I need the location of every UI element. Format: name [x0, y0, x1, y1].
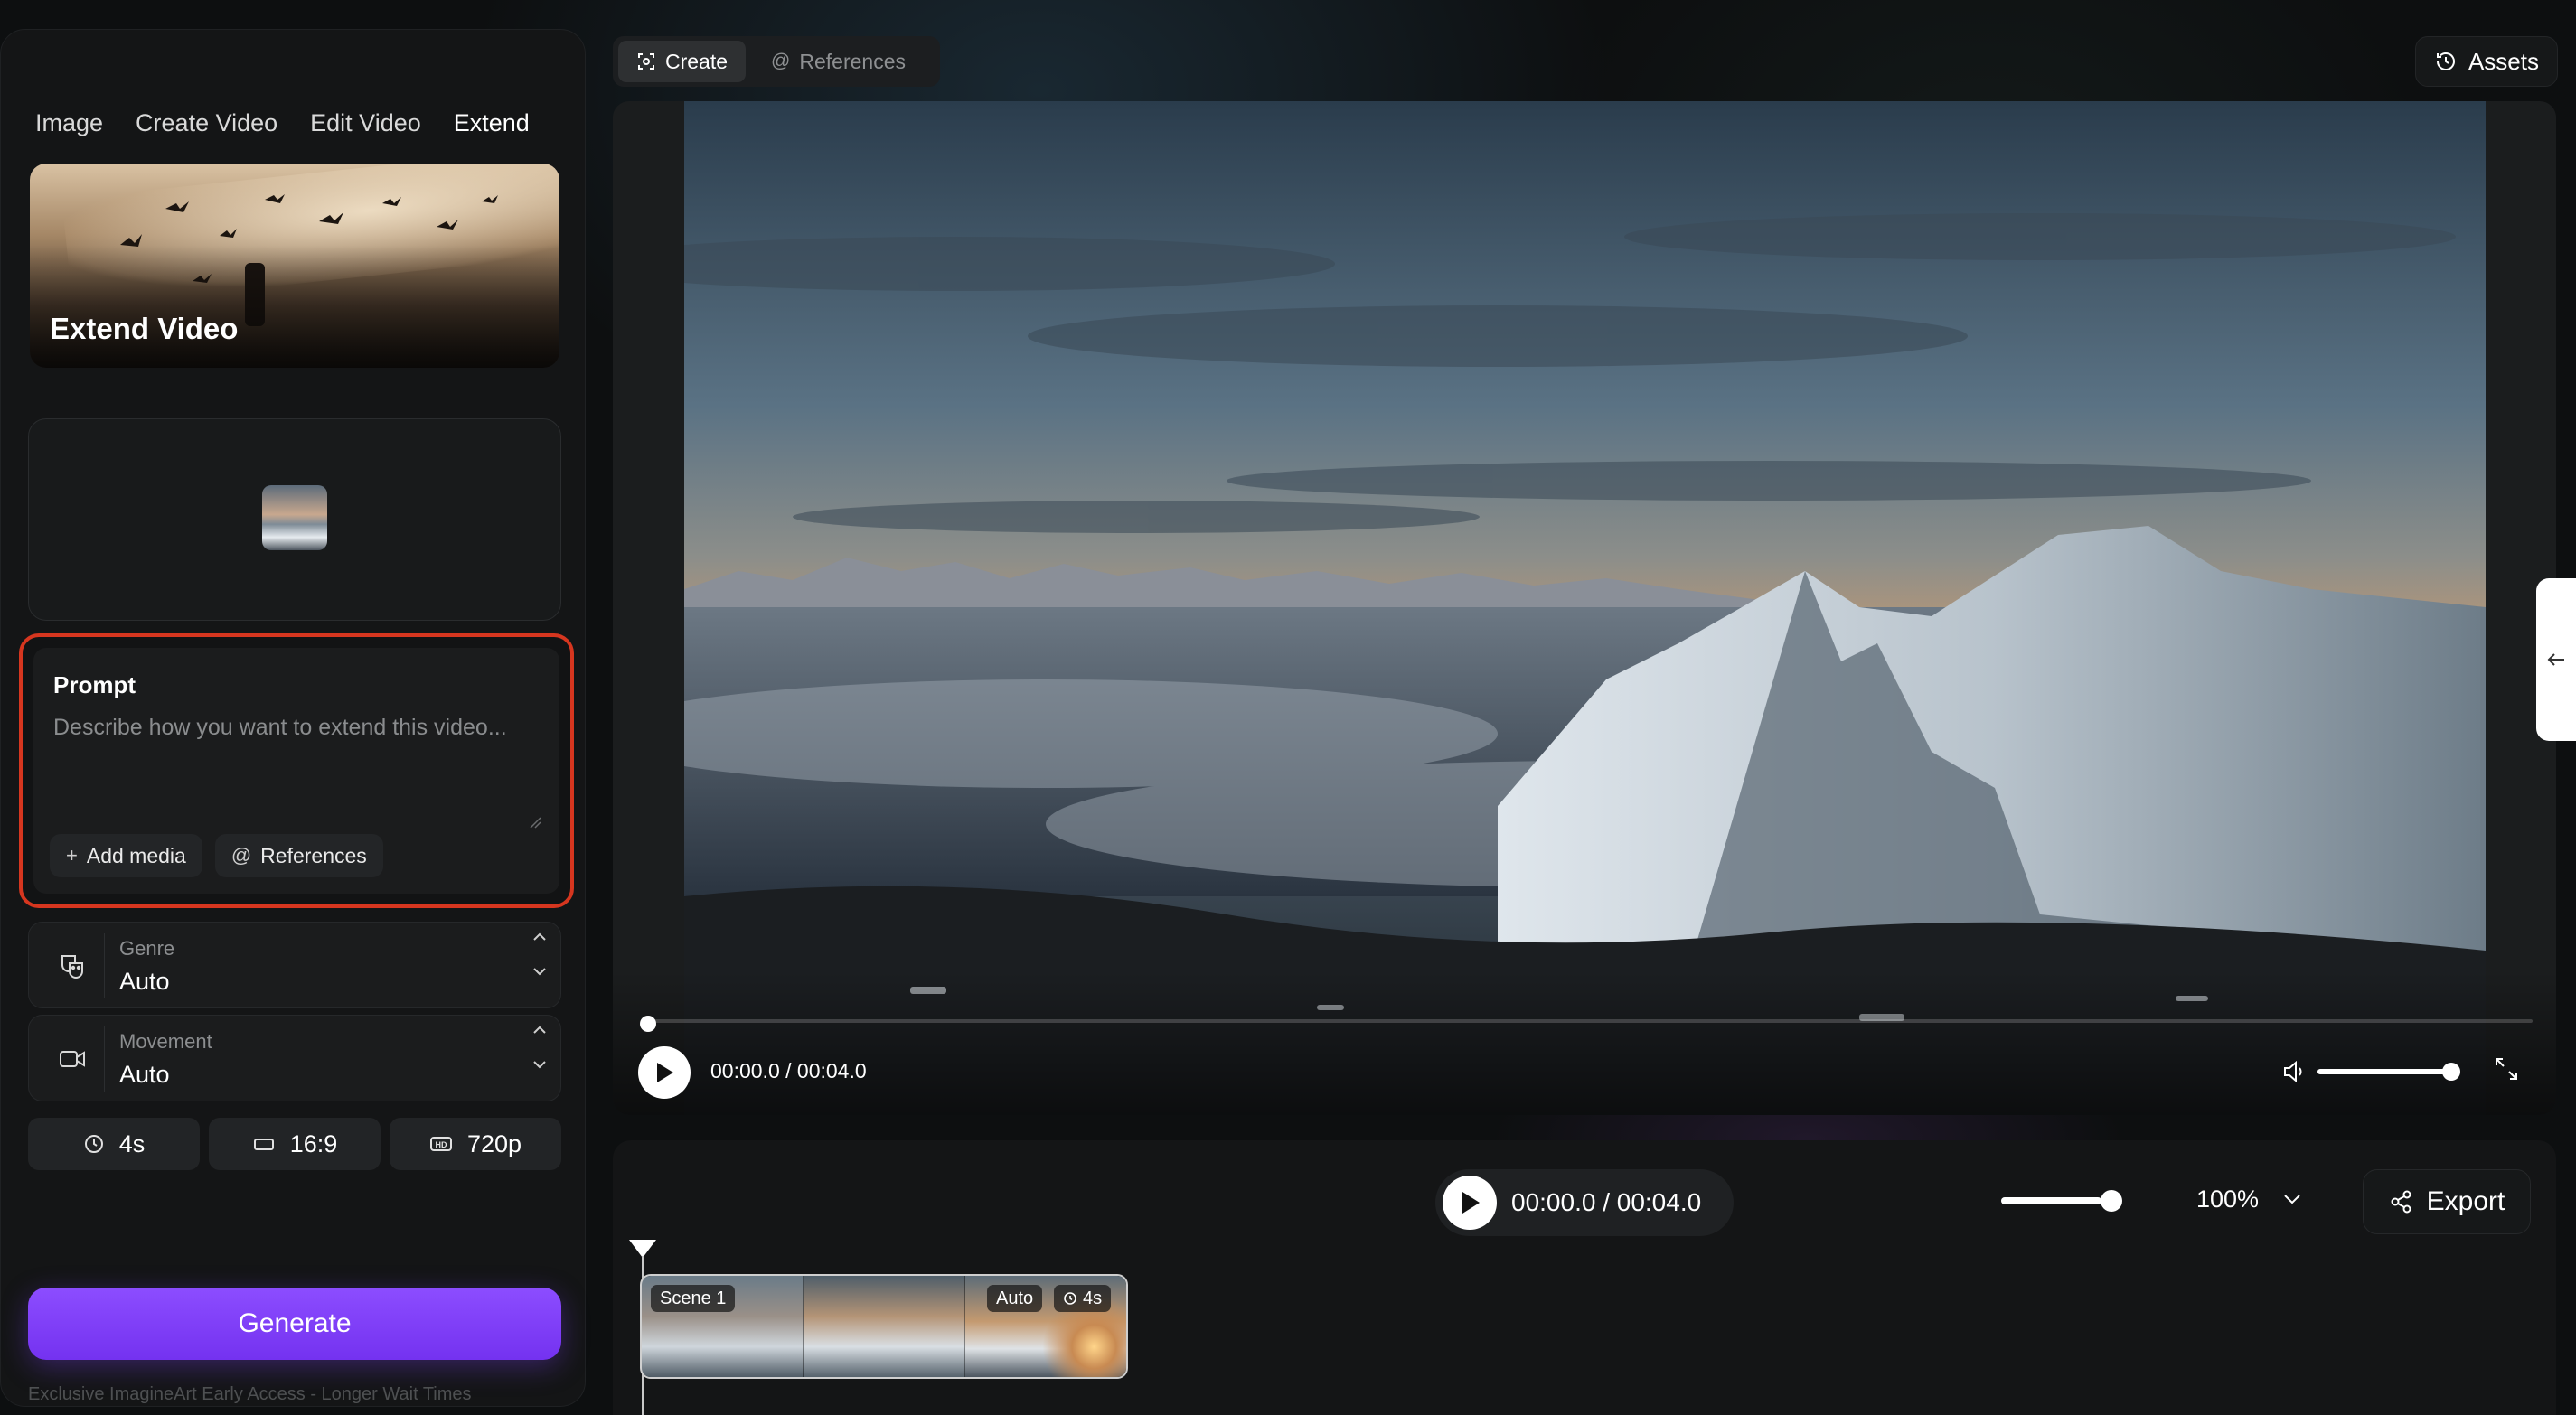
early-access-note: Exclusive ImagineArt Early Access - Long…: [28, 1384, 472, 1404]
timeline-time-readout: 00:00.0 / 00:04.0: [1511, 1188, 1702, 1216]
prompt-input[interactable]: [53, 711, 541, 829]
references-button[interactable]: @ References: [214, 834, 383, 877]
volume-handle[interactable]: [2442, 1063, 2460, 1081]
video-frame-image[interactable]: [684, 101, 2486, 1115]
generate-button[interactable]: Generate: [28, 1288, 561, 1360]
timeline-clip-scene-1[interactable]: Scene 1 Auto 4s: [640, 1274, 1128, 1379]
tab-edit-video[interactable]: Edit Video: [310, 79, 421, 136]
hd-icon: HD: [429, 1137, 452, 1151]
clock-icon: [1064, 1292, 1076, 1305]
fullscreen-icon[interactable]: [2493, 1055, 2520, 1082]
arrow-left-icon: [2547, 653, 2564, 666]
clip-scene-label: Scene 1: [651, 1285, 736, 1312]
source-video-thumbnail[interactable]: [262, 485, 327, 550]
volume-fill: [2317, 1069, 2451, 1074]
plus-icon: +: [66, 844, 78, 867]
collapse-panel-tab[interactable]: [2536, 578, 2576, 741]
add-media-button[interactable]: + Add media: [50, 834, 202, 877]
resize-grip-icon[interactable]: [529, 816, 541, 829]
add-media-label: Add media: [86, 843, 186, 867]
assets-label: Assets: [2468, 47, 2539, 75]
export-label: Export: [2426, 1186, 2505, 1216]
video-progress-handle[interactable]: [640, 1016, 656, 1032]
genre-stepper: [531, 932, 548, 977]
at-sign-icon: @: [230, 844, 252, 867]
clip-duration-label: 4s: [1083, 1288, 1103, 1308]
references-label: References: [260, 843, 367, 867]
chevron-up-icon[interactable]: [531, 932, 548, 942]
video-camera-icon: [40, 1026, 105, 1092]
genre-caption: Genre: [119, 937, 175, 960]
left-panel: Image Create Video Edit Video Extend Ext…: [0, 29, 586, 1407]
create-view-button[interactable]: Create: [618, 41, 747, 82]
share-icon: [2391, 1190, 2411, 1214]
mode-tabs: Image Create Video Edit Video Extend: [35, 79, 535, 183]
tab-create-video[interactable]: Create Video: [136, 79, 277, 136]
references-view-button[interactable]: @ References: [753, 41, 924, 82]
aspect-ratio-value: 16:9: [289, 1129, 338, 1157]
resolution-value: 720p: [466, 1129, 522, 1157]
tab-extend[interactable]: Extend: [447, 79, 535, 183]
tab-image[interactable]: Image: [35, 79, 103, 136]
aspect-ratio-button[interactable]: 16:9: [209, 1118, 381, 1170]
prompt-panel: Prompt + Add media @ References: [19, 633, 574, 908]
hero-title: Extend Video: [50, 312, 239, 345]
view-switcher: Create @ References: [613, 36, 940, 87]
prompt-label: Prompt: [53, 671, 136, 698]
duration-button[interactable]: 4s: [28, 1118, 200, 1170]
video-player: 00:00.0 / 00:04.0: [613, 101, 2556, 1115]
source-video-dropzone[interactable]: [28, 418, 561, 621]
clip-frame: [804, 1276, 965, 1377]
scan-icon: [638, 53, 654, 70]
references-view-label: References: [799, 49, 906, 73]
clip-mode-label: Auto: [987, 1285, 1043, 1312]
controls-shade: [613, 970, 2556, 1115]
zoom-fill: [2001, 1197, 2101, 1204]
zoom-level[interactable]: 100%: [2196, 1185, 2259, 1214]
timeline-transport: 00:00.0 / 00:04.0: [1435, 1169, 1734, 1236]
genre-value: Auto: [119, 968, 170, 995]
masks-icon: [40, 933, 105, 998]
timeline-play-button[interactable]: [1443, 1176, 1497, 1230]
play-icon: [657, 1063, 673, 1082]
volume-slider[interactable]: [2317, 1069, 2451, 1074]
history-icon: [2436, 52, 2455, 70]
aspect-ratio-icon: [253, 1139, 274, 1150]
genre-select[interactable]: Genre Auto: [28, 922, 561, 1008]
video-progress-bar[interactable]: [649, 1019, 2533, 1023]
video-play-button[interactable]: [638, 1046, 691, 1099]
prompt-card: Prompt + Add media @ References: [33, 648, 559, 894]
movement-select[interactable]: Movement Auto: [28, 1015, 561, 1101]
export-button[interactable]: Export: [2363, 1169, 2531, 1234]
svg-text:HD: HD: [435, 1140, 447, 1149]
chevron-down-icon[interactable]: [531, 1059, 548, 1070]
clip-duration-badge: 4s: [1054, 1285, 1112, 1312]
timeline-panel: 00:00.0 / 00:04.0 100% Export Scene 1 Au…: [613, 1140, 2556, 1415]
duration-value: 4s: [118, 1129, 146, 1157]
play-icon: [1462, 1192, 1480, 1214]
timeline-zoom-handle[interactable]: [2101, 1190, 2122, 1212]
movement-stepper: [531, 1025, 548, 1070]
prompt-actions: + Add media @ References: [50, 834, 383, 877]
chevron-down-icon[interactable]: [531, 966, 548, 977]
movement-caption: Movement: [119, 1030, 212, 1053]
movement-value: Auto: [119, 1061, 170, 1088]
chevron-up-icon[interactable]: [531, 1025, 548, 1035]
video-time-readout: 00:00.0 / 00:04.0: [710, 1059, 867, 1082]
clock-icon: [84, 1135, 103, 1153]
assets-button[interactable]: Assets: [2414, 36, 2558, 87]
volume-icon[interactable]: [2281, 1059, 2308, 1084]
at-sign-icon: @: [771, 51, 791, 71]
resolution-button[interactable]: HD 720p: [390, 1118, 561, 1170]
chevron-down-icon[interactable]: [2281, 1191, 2303, 1207]
extend-video-hero-card: Extend Video: [30, 164, 559, 368]
create-view-label: Create: [665, 49, 729, 73]
